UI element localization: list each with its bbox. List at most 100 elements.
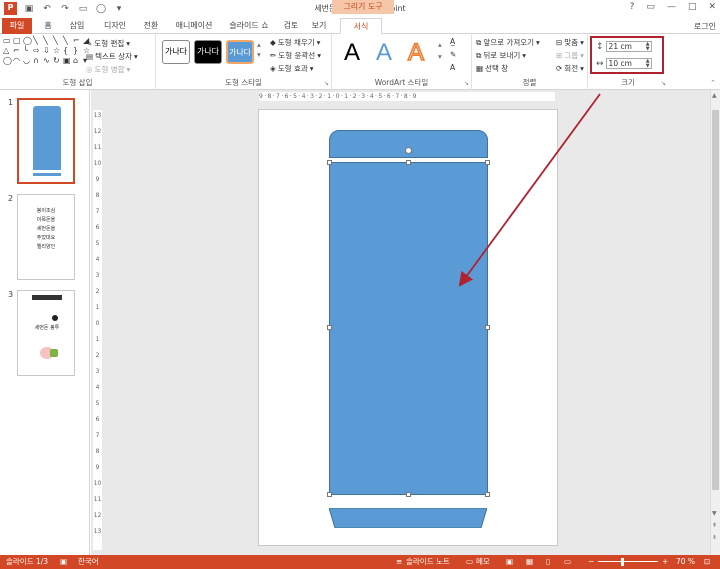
- height-icon: ↕: [596, 41, 604, 52]
- group-label-insert-shapes: 도형 삽입: [62, 78, 93, 87]
- normal-view-icon[interactable]: ▣: [506, 555, 513, 569]
- height-spinner-icon[interactable]: ▲ ▼: [646, 42, 650, 52]
- resize-handle-bottom[interactable]: [406, 492, 411, 497]
- bring-forward-button[interactable]: ⧉ 앞으로 가져오기 ▾: [476, 37, 540, 48]
- envelope-body-shape-selected[interactable]: [329, 162, 488, 495]
- wordart-scroll[interactable]: ▴: [438, 40, 442, 49]
- shape-width-input[interactable]: 10 cm ▲ ▼: [605, 58, 652, 69]
- ribbon: ▭ ▢ ◯ ╲ ╲ ╲ ╲ ⌐ ◢ △ ⌐ ╰ ⇨ ⇩ ☆{} ☆ ◯ ◠ ◡ ∩ ∿ ↻ ▣ ⌂ ▾ ✎ 도형 편집 ▾ ▤ 텍…: [0, 34, 720, 90]
- scroll-up-icon[interactable]: ▲: [712, 92, 717, 99]
- tab-review[interactable]: 검토: [280, 18, 302, 34]
- group-button[interactable]: ⊞ 그룹 ▾: [556, 50, 584, 61]
- previous-slide-icon[interactable]: ⇞: [712, 522, 717, 529]
- tab-animations[interactable]: 애니메이션: [170, 18, 218, 34]
- shape-style-white[interactable]: 가나다: [162, 40, 190, 64]
- paint-bucket-icon: ◆: [270, 38, 276, 47]
- tab-transitions[interactable]: 전환: [138, 18, 164, 34]
- login-link[interactable]: 로그인: [694, 21, 716, 32]
- shape-style-blue[interactable]: 가나다: [226, 40, 254, 64]
- slide-sorter-icon[interactable]: ▦: [526, 555, 533, 569]
- minimize-icon[interactable]: —: [667, 2, 676, 12]
- tab-file[interactable]: 파일: [2, 18, 32, 34]
- shape-fill-button[interactable]: ◆ 도형 채우기 ▾: [270, 37, 320, 48]
- zoom-out-icon[interactable]: −: [588, 555, 594, 569]
- shape-styles-launcher-icon[interactable]: ↘: [324, 80, 329, 87]
- tab-home[interactable]: 홈: [38, 18, 58, 34]
- envelope-bottom-flap-shape[interactable]: [329, 508, 487, 528]
- shape-style-scroll-down[interactable]: ▾: [257, 50, 261, 59]
- shape-gallery[interactable]: ▭ ▢ ◯ ╲ ╲ ╲ ╲ ⌐ ◢ △ ⌐ ╰ ⇨ ⇩ ☆{} ☆ ◯ ◠ ◡ ∩ ∿ ↻ ▣ ⌂ ▾: [3, 37, 91, 65]
- resize-handle-right[interactable]: [485, 325, 490, 330]
- group-label-shape-styles: 도형 스타일: [225, 78, 262, 87]
- notes-icon[interactable]: ≡: [396, 555, 402, 569]
- shape-effects-button[interactable]: ◈ 도형 효과 ▾: [270, 63, 314, 74]
- wordart-style-orange[interactable]: A: [407, 38, 425, 68]
- text-box-button[interactable]: ▤ 텍스트 상자 ▾: [86, 51, 138, 62]
- tab-format[interactable]: 서식: [340, 18, 382, 34]
- maximize-icon[interactable]: □: [688, 2, 697, 12]
- shape-outline-button[interactable]: ✏ 도형 윤곽선 ▾: [270, 50, 321, 61]
- vertical-scrollbar[interactable]: ▲ ▼ ⇞ ⇟: [710, 90, 720, 555]
- ribbon-display-icon[interactable]: ▭: [646, 2, 655, 12]
- wordart-style-black[interactable]: A: [344, 38, 360, 68]
- slide-thumbnail-1[interactable]: [17, 98, 75, 184]
- align-button[interactable]: ⊟ 맞춤 ▾: [556, 37, 584, 48]
- fit-slide-icon[interactable]: ⊡: [704, 555, 710, 569]
- group-icon: ⊞: [556, 51, 563, 60]
- wordart-style-blue[interactable]: A: [376, 38, 392, 68]
- group-shape-styles: 가나다 가나다 가나다 ▴ ▾ ◆ 도형 채우기 ▾ ✏ 도형 윤곽선 ▾ ◈ 도형 효과…: [156, 34, 332, 90]
- slide-thumbnail-2[interactable]: 봉이조심 이목돈을 세번돈을 주었대요 엘리양인: [17, 194, 75, 280]
- slideshow-icon[interactable]: ▭: [564, 555, 571, 569]
- shape-style-scroll[interactable]: ▴: [257, 40, 261, 49]
- wordart-more[interactable]: ▾: [438, 52, 442, 61]
- tab-slideshow[interactable]: 슬라이드 쇼: [224, 18, 274, 34]
- effects-icon: ◈: [270, 64, 276, 73]
- tab-design[interactable]: 디자인: [98, 18, 132, 34]
- zoom-slider-thumb[interactable]: [621, 558, 624, 566]
- shape-height-input[interactable]: 21 cm ▲ ▼: [605, 41, 652, 52]
- shape-style-black[interactable]: 가나다: [194, 40, 222, 64]
- close-icon[interactable]: ✕: [708, 2, 716, 12]
- language-indicator[interactable]: 한국어: [78, 555, 99, 569]
- group-wordart-styles: A A A ▴ ▾ A̲ ✎ A WordArt 스타일 ↘: [332, 34, 472, 90]
- text-outline-icon[interactable]: ✎: [450, 50, 456, 59]
- vertical-ruler: 13 12 11 10 9 8 7 6 5 4 3 2 1 0 1 2 3 4 …: [93, 110, 102, 550]
- text-fill-icon[interactable]: A̲: [450, 37, 455, 46]
- resize-handle-top-right[interactable]: [485, 160, 490, 165]
- scrollbar-thumb[interactable]: [712, 110, 719, 490]
- tab-view[interactable]: 보기: [308, 18, 330, 34]
- resize-handle-bottom-left[interactable]: [327, 492, 332, 497]
- slide-thumbnail-3[interactable]: 세번돈 봉투: [17, 290, 75, 376]
- zoom-in-icon[interactable]: +: [662, 555, 668, 569]
- slide-number: 2: [8, 194, 14, 203]
- resize-handle-left[interactable]: [327, 325, 332, 330]
- resize-handle-bottom-right[interactable]: [485, 492, 490, 497]
- rotation-handle-icon[interactable]: [405, 147, 412, 154]
- zoom-slider[interactable]: [598, 561, 658, 562]
- slide-number: 1: [8, 98, 14, 107]
- width-spinner-icon[interactable]: ▲ ▼: [646, 59, 650, 69]
- text-effects-icon[interactable]: A: [450, 63, 455, 72]
- rotate-button[interactable]: ⟳ 회전 ▾: [556, 63, 584, 74]
- tab-insert[interactable]: 삽입: [64, 18, 90, 34]
- send-backward-button[interactable]: ⧉ 뒤로 보내기 ▾: [476, 50, 526, 61]
- zoom-level[interactable]: 70 %: [676, 555, 695, 569]
- resize-handle-top[interactable]: [406, 160, 411, 165]
- resize-handle-top-left[interactable]: [327, 160, 332, 165]
- wordart-launcher-icon[interactable]: ↘: [464, 80, 469, 87]
- comments-icon[interactable]: ▭: [466, 555, 473, 569]
- scroll-down-icon[interactable]: ▼: [712, 510, 717, 517]
- spell-check-icon[interactable]: ▣: [60, 555, 67, 569]
- reading-view-icon[interactable]: ▯: [546, 555, 550, 569]
- horizontal-ruler: 9·8·7·6·5·4·3·2·1·0·1·2·3·4·5·6·7·8·9: [259, 92, 555, 101]
- merge-shapes-button[interactable]: ◎ 도형 병합 ▾: [86, 64, 130, 75]
- edit-shape-button[interactable]: ✎ 도형 편집 ▾: [86, 38, 130, 49]
- notes-button[interactable]: 슬라이드 노트: [406, 555, 450, 569]
- next-slide-icon[interactable]: ⇟: [712, 534, 717, 541]
- size-launcher-icon[interactable]: ↘: [661, 80, 666, 87]
- help-icon[interactable]: ?: [630, 2, 635, 12]
- window-controls: ? ▭ — □ ✕: [630, 2, 716, 12]
- comments-button[interactable]: 메모: [476, 555, 490, 569]
- selection-pane-button[interactable]: ▦ 선택 창: [476, 63, 508, 74]
- collapse-ribbon-icon[interactable]: ⌃: [710, 79, 716, 87]
